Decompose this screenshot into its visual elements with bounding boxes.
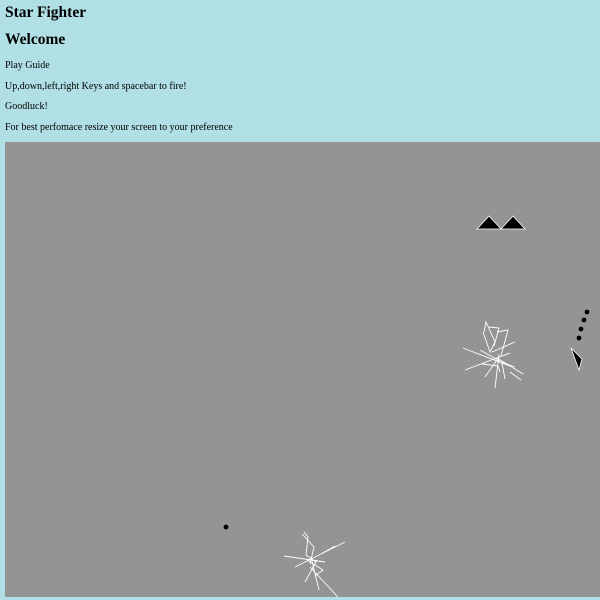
explosion-debris <box>283 531 346 597</box>
player-ship-icon <box>570 347 583 372</box>
bullet <box>584 309 590 315</box>
page-header: Star Fighter Welcome Play Guide Up,down,… <box>5 0 595 142</box>
bullet <box>578 326 584 332</box>
welcome-heading: Welcome <box>5 31 66 48</box>
explosion-debris <box>462 320 524 389</box>
controls-instructions: Up,down,left,right Keys and spacebar to … <box>5 81 187 92</box>
lives-indicator <box>476 215 526 230</box>
goodluck-message: Goodluck! <box>5 101 48 112</box>
bullet <box>576 335 582 341</box>
bullet <box>581 317 587 323</box>
bullet-trail <box>223 309 590 530</box>
game-canvas[interactable] <box>5 142 600 597</box>
game-scene <box>223 215 590 597</box>
performance-tip: For best perfomace resize your screen to… <box>5 122 233 133</box>
life-triangle-icon <box>476 215 502 230</box>
play-guide-heading: Play Guide <box>5 60 50 71</box>
life-triangle-icon <box>500 215 526 230</box>
bullet <box>223 524 229 530</box>
game-title: Star Fighter <box>5 4 87 21</box>
